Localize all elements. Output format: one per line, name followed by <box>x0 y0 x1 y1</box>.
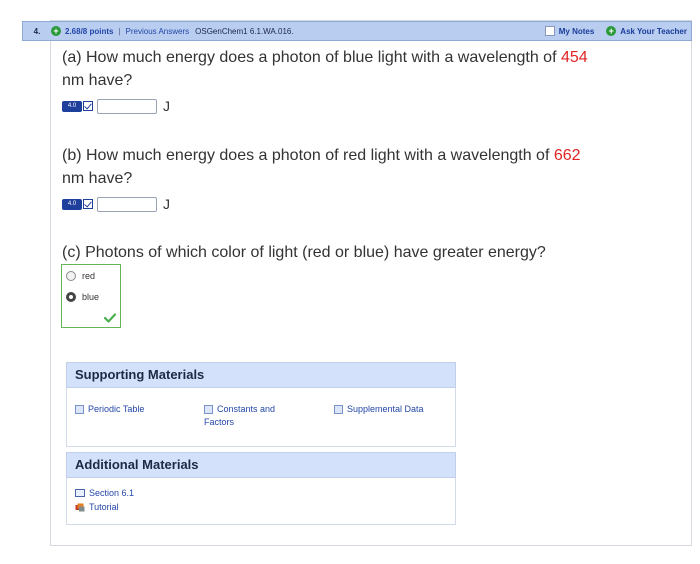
part-a-text: (a) How much energy does a photon of blu… <box>62 49 561 66</box>
periodic-table-link[interactable]: Periodic Table <box>75 403 144 416</box>
correct-check-icon <box>104 313 116 323</box>
additional-materials-panel: Section 6.1 Tutorial <box>66 478 456 525</box>
previous-answers-link[interactable]: Previous Answers <box>126 27 190 36</box>
notes-checkbox-icon <box>544 26 555 36</box>
points-score: 2.68/8 points <box>65 26 114 36</box>
document-icon <box>75 405 84 414</box>
part-a-question: (a) How much energy does a photon of blu… <box>62 46 682 92</box>
tutorial-link[interactable]: Tutorial <box>75 501 119 514</box>
part-b-text-end: nm have? <box>62 170 133 187</box>
part-b-text: (b) How much energy does a photon of red… <box>62 147 554 164</box>
part-b-energy-input[interactable] <box>97 196 157 212</box>
supporting-materials-panel: Periodic Table Constants and Factors Sup… <box>66 388 456 447</box>
supporting-materials-title: Supporting Materials <box>66 362 456 388</box>
radio-red-label: red <box>82 271 96 281</box>
part-b-unit: J <box>163 196 170 212</box>
part-c-question: (c) Photons of which color of light (red… <box>62 244 546 261</box>
part-a-check-icon <box>83 101 93 111</box>
section-link[interactable]: Section 6.1 <box>75 487 134 500</box>
constants-factors-link[interactable]: Constants and Factors <box>204 403 299 429</box>
radio-blue-label: blue <box>82 292 100 302</box>
part-b-question: (b) How much energy does a photon of red… <box>62 144 682 190</box>
ask-plus-icon: + <box>606 26 617 36</box>
tutorial-icon <box>75 503 85 512</box>
radio-option-red[interactable]: red <box>66 271 95 281</box>
question-header: 4. + 2.68/8 points | Previous Answers OS… <box>22 21 692 41</box>
ask-teacher-button[interactable]: + Ask Your Teacher <box>606 26 687 36</box>
radio-option-blue[interactable]: blue <box>66 292 99 302</box>
supplemental-data-link[interactable]: Supplemental Data <box>334 403 424 416</box>
periodic-table-label: Periodic Table <box>88 404 145 414</box>
constants-factors-label: Constants and Factors <box>204 404 276 427</box>
part-a-wavelength: 454 <box>560 49 588 66</box>
part-a-attempt-badge: 4.0 <box>62 100 82 112</box>
part-a-energy-input[interactable] <box>97 98 157 114</box>
part-b-attempt-badge: 4.0 <box>62 198 82 210</box>
part-a-unit: J <box>163 98 170 114</box>
section-label: Section 6.1 <box>89 488 135 498</box>
radio-blue[interactable] <box>66 292 76 302</box>
document-icon <box>334 405 343 414</box>
my-notes-label: My Notes <box>558 26 595 36</box>
part-a-answer-row: 4.0 J <box>62 98 170 114</box>
radio-red[interactable] <box>66 271 76 281</box>
part-b-wavelength: 662 <box>553 147 581 164</box>
expand-plus-icon[interactable]: + <box>51 26 61 36</box>
book-icon <box>75 489 85 497</box>
tutorial-label: Tutorial <box>89 502 119 512</box>
supplemental-data-label: Supplemental Data <box>347 404 424 414</box>
question-number: 4. <box>33 26 41 36</box>
header-separator: | <box>118 26 121 36</box>
assignment-id: OSGenChem1 6.1.WA.016. <box>195 26 294 36</box>
part-b-check-icon <box>83 199 93 209</box>
additional-materials-title: Additional Materials <box>66 452 456 478</box>
ask-teacher-label: Ask Your Teacher <box>620 26 687 36</box>
part-a-text-end: nm have? <box>62 72 133 89</box>
part-c-radio-group: red blue <box>61 264 121 328</box>
my-notes-button[interactable]: My Notes <box>544 26 595 36</box>
part-b-answer-row: 4.0 J <box>62 196 170 212</box>
